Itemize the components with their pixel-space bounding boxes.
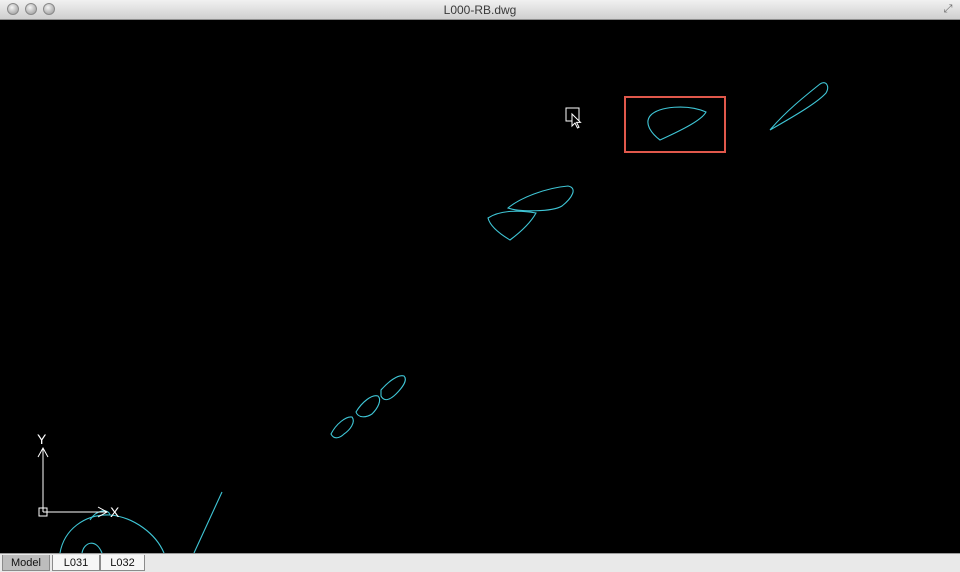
tab-model[interactable]: Model [2, 555, 50, 571]
geometry-group [59, 82, 829, 553]
contour-line[interactable] [193, 491, 223, 553]
contour-inner[interactable] [81, 542, 103, 553]
pebble-3[interactable] [330, 416, 354, 439]
drawing-canvas[interactable]: Y X [0, 20, 960, 553]
ucs-x-label: X [110, 504, 120, 520]
window-title: L000-RB.dwg [443, 3, 517, 17]
selection-box[interactable] [624, 96, 726, 153]
pebble-2[interactable] [355, 395, 381, 418]
blob-upper[interactable] [506, 185, 574, 212]
fullscreen-icon[interactable]: ⤢ [942, 3, 954, 15]
sliver-shape[interactable] [769, 82, 829, 131]
layout-tab-bar: Model L031 L032 [0, 553, 960, 572]
tab-l031[interactable]: L031 [52, 555, 100, 571]
pick-cursor-icon [565, 107, 582, 129]
pebble-1[interactable] [380, 375, 406, 401]
drawing-svg[interactable]: Y X [0, 20, 960, 553]
selected-shape[interactable] [647, 106, 707, 141]
ucs-icon [37, 446, 109, 518]
title-bar[interactable]: L000-RB.dwg ⤢ [0, 0, 960, 20]
contour-outer[interactable] [59, 514, 165, 553]
blob-lower[interactable] [487, 210, 537, 241]
tab-l032[interactable]: L032 [100, 555, 145, 571]
ucs-y-label: Y [37, 431, 47, 447]
cad-window: L000-RB.dwg ⤢ Y X Model L031 L032 [0, 0, 960, 572]
